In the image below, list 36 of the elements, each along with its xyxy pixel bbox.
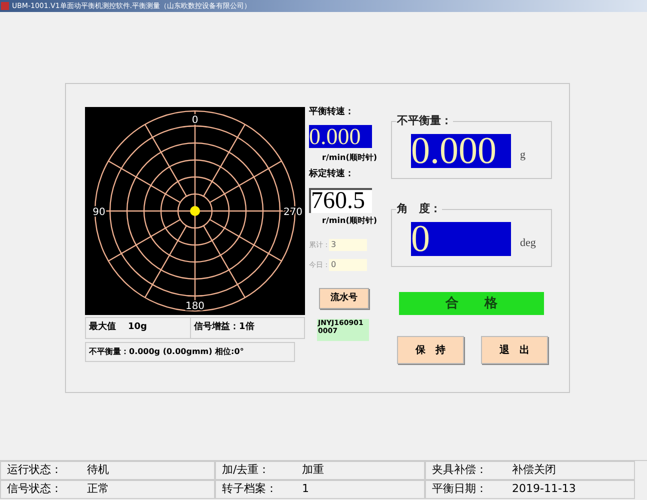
unit-label: g — [520, 148, 526, 163]
info-value: 10g — [128, 321, 147, 334]
unit-label: r/min(顺时针) — [321, 153, 377, 163]
gain-text: 信号增益：1倍 — [192, 320, 256, 334]
speed-display: 0.000 — [309, 125, 372, 148]
info-label: 最大值 — [89, 321, 116, 334]
status-value: 2019-11-13 — [512, 481, 576, 498]
unit-label: r/min(顺时针) — [321, 216, 377, 226]
unbalance-display: 0.000 — [411, 134, 511, 168]
angle-display: 0 — [411, 222, 511, 256]
status-label: 加/去重： — [222, 462, 271, 478]
status-label: 转子档案： — [222, 481, 278, 498]
status-value: 1 — [302, 481, 309, 498]
measurement-dot — [190, 206, 200, 216]
action-button[interactable]: 保 持 — [397, 336, 464, 364]
speed-label: 标定转速： — [309, 168, 355, 180]
summary-text: 不平衡量：0.000g (0.00gmm) 相位:0° — [85, 342, 295, 362]
group-label: 角 度： — [396, 202, 442, 216]
speed-field: 760.5 — [309, 188, 372, 213]
serial-button[interactable]: 流水号 — [319, 288, 369, 309]
counter-field[interactable]: 0 — [329, 259, 367, 271]
group-label: 不平衡量： — [396, 114, 453, 128]
status-value: 正常 — [87, 481, 109, 498]
counter-field[interactable]: 3 — [329, 239, 367, 251]
status-value: 补偿关闭 — [512, 462, 556, 478]
status-label: 信号状态： — [7, 481, 63, 498]
status-label: 运行状态： — [7, 462, 63, 478]
status-label: 平衡日期： — [432, 481, 488, 498]
status-value: 加重 — [302, 462, 324, 478]
unit-label: deg — [520, 236, 536, 251]
result-indicator: 合 格 — [399, 292, 544, 315]
speed-label: 平衡转速： — [309, 106, 355, 118]
action-button[interactable]: 退 出 — [481, 336, 548, 364]
app-icon — [1, 2, 9, 10]
status-value: 待机 — [87, 462, 109, 478]
status-label: 夹具补偿： — [432, 462, 488, 478]
